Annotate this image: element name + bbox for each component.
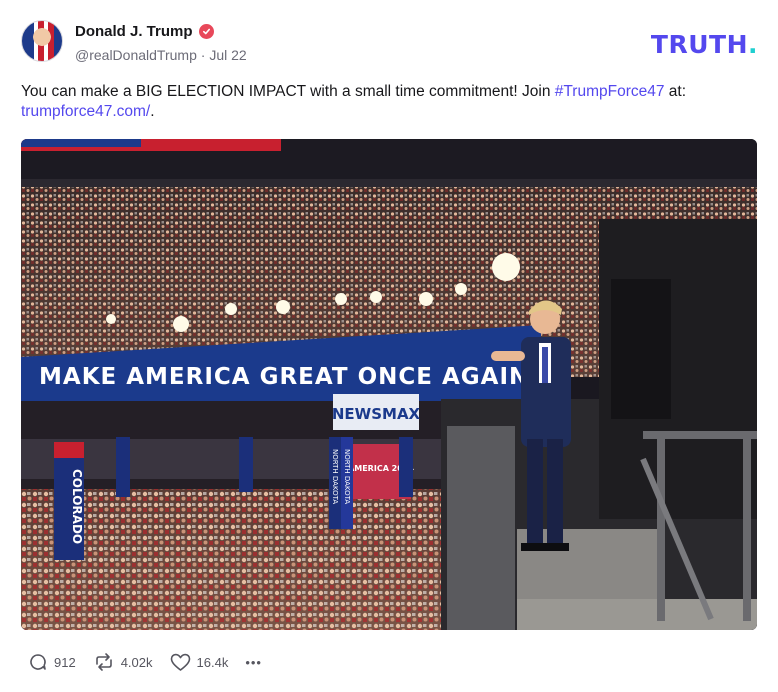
north-dakota-sign-2: NORTH DAKOTA [343,449,351,504]
post-header: Donald J. Trump @realDonaldTrump · Jul 2… [21,20,758,68]
meta-separator: · [196,47,210,63]
post-body: You can make a BIG ELECTION IMPACT with … [21,82,751,122]
truth-logo[interactable]: TRUTH. [651,30,758,59]
post-actions: 912 4.02k 16.4k ••• [28,652,279,672]
newsmax-sign: NEWSMAX [332,405,421,423]
reply-icon [30,654,46,670]
like-count: 16.4k [196,654,229,670]
more-icon: ••• [245,654,262,670]
retruth-count: 4.02k [120,654,153,670]
hashtag-link[interactable]: #TrumpForce47 [555,83,665,100]
display-name[interactable]: Donald J. Trump [75,23,193,40]
logo-text: TRUTH [650,30,748,59]
retruth-icon [95,653,112,671]
reply-count: 912 [54,654,76,670]
colorado-sign: COLORADO [70,469,84,544]
more-options-button[interactable]: ••• [245,655,262,670]
post-text-middle: at: [664,83,687,100]
post-meta: @realDonaldTrump · Jul 22 [75,47,247,63]
logo-dot: . [748,30,758,59]
post-date[interactable]: Jul 22 [209,47,246,63]
like-button[interactable]: 16.4k [170,653,229,672]
verified-badge-icon [198,24,214,39]
retruth-button[interactable]: 4.02k [93,652,153,672]
name-row: Donald J. Trump [75,23,214,40]
url-link[interactable]: trumpforce47.com/ [21,103,150,120]
banner-text: MAKE AMERICA GREAT ONCE AGAIN [39,364,529,390]
north-dakota-sign-1: NORTH DAKOTA [331,449,339,504]
post-text-end: . [150,103,155,120]
post-text-start: You can make a BIG ELECTION IMPACT with … [21,83,555,100]
rally-photo: MAKE AMERICA GREAT ONCE AGAIN NEWSMAX AM… [21,139,757,630]
reply-button[interactable]: 912 [28,652,76,672]
heart-icon [170,653,190,671]
avatar[interactable] [21,20,63,62]
handle[interactable]: @realDonaldTrump [75,47,197,63]
post-image[interactable]: MAKE AMERICA GREAT ONCE AGAIN NEWSMAX AM… [21,139,757,630]
